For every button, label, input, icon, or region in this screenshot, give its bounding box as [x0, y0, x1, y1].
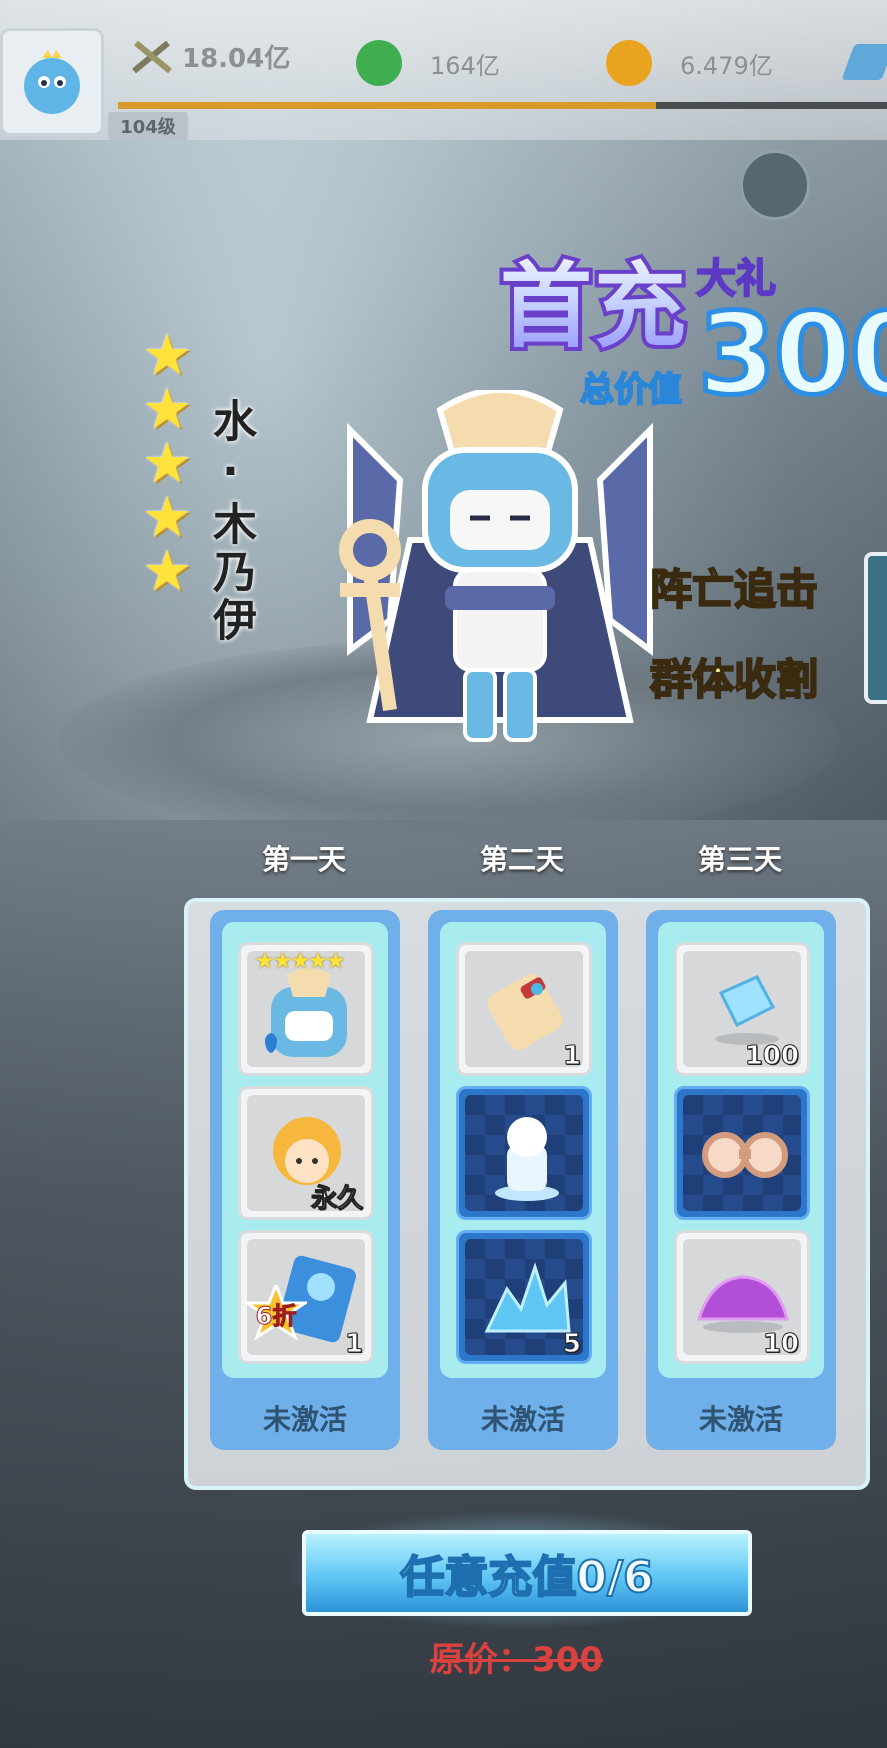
title-main: 首充 — [500, 232, 688, 365]
gold-coin-icon — [606, 40, 652, 86]
reward-item[interactable] — [674, 1086, 810, 1220]
reward-item[interactable]: 10 — [674, 1230, 810, 1364]
mascot-robot-icon[interactable] — [740, 150, 810, 220]
reward-item[interactable]: 永久 — [238, 1086, 374, 1220]
avatar-creature-icon — [24, 50, 80, 114]
day-column-3: 100 10 未激活 — [646, 910, 836, 1450]
day-column-2: 1 5 未激活 — [428, 910, 618, 1450]
day-column-inner: ★★★★★ 永久 6折 1 — [222, 922, 388, 1378]
total-value-amount: 300 — [698, 290, 887, 420]
day-label-2: 第二天 — [479, 843, 564, 876]
day-column-1: ★★★★★ 永久 6折 1 未激活 — [210, 910, 400, 1450]
goggles-icon — [702, 1132, 788, 1178]
green-gem-icon — [356, 40, 402, 86]
star-icon: ★ — [141, 539, 193, 604]
reward-qty: 1 — [344, 1329, 363, 1360]
reward-qty: 永久 — [310, 1184, 363, 1215]
top-hud: 104级 18.04亿 164亿 6.479亿 — [0, 0, 887, 140]
reward-item[interactable]: ★★★★★ — [238, 942, 374, 1076]
blue-gem-icon[interactable] — [841, 44, 887, 80]
day-column-inner: 100 10 — [658, 922, 824, 1378]
lion-statue-icon — [495, 1117, 559, 1201]
recharge-button[interactable]: 任意充值0/6 — [302, 1530, 752, 1616]
player-avatar[interactable] — [0, 28, 104, 136]
crossed-swords-icon — [132, 40, 172, 73]
skill-label-2: 群体收割 — [649, 654, 819, 705]
combat-power: 18.04亿 — [130, 38, 290, 75]
exp-bar-fill — [118, 102, 657, 109]
reward-qty: 100 — [744, 1041, 799, 1072]
mummy-hero-card-icon — [265, 968, 347, 1057]
reward-stars: ★★★★★ — [255, 949, 346, 974]
green-gem-value: 164亿 — [430, 51, 500, 80]
combat-power-value: 18.04亿 — [182, 44, 291, 74]
hero-name: 水·木乃伊 — [205, 398, 256, 645]
purple-dust-icon — [696, 1275, 789, 1333]
reward-item[interactable] — [456, 1086, 592, 1220]
star-icon: ★ — [141, 377, 193, 442]
reward-item[interactable]: 1 — [456, 942, 592, 1076]
diamond-icon — [715, 975, 779, 1045]
day-status: 未激活 — [480, 1403, 565, 1436]
scroll-icon — [487, 973, 563, 1051]
resource-green-gem[interactable]: 164亿 — [356, 40, 500, 86]
reward-qty: 1 — [562, 1041, 581, 1072]
mummy-hero-figure — [339, 390, 653, 742]
day-status: 未激活 — [698, 1403, 783, 1436]
skill-label-1: 阵亡追击 — [649, 564, 819, 615]
discount-badge-text: 6折 — [255, 1301, 297, 1330]
reward-item[interactable]: 5 — [456, 1230, 592, 1364]
resource-gold-coin[interactable]: 6.479亿 — [606, 40, 773, 86]
star-icon: ★ — [141, 323, 193, 388]
day-label-3: 第三天 — [697, 843, 782, 876]
day-status: 未激活 — [262, 1403, 347, 1436]
reward-item[interactable]: 6折 1 — [238, 1230, 374, 1364]
reward-qty: 10 — [762, 1329, 799, 1360]
player-level: 104级 — [108, 112, 188, 140]
star-icon: ★ — [141, 431, 193, 496]
skill-card-edge[interactable] — [864, 552, 887, 704]
hero-stars: ★ ★ ★ ★ ★ — [138, 323, 196, 604]
day-label-1: 第一天 — [261, 843, 346, 876]
gold-coin-value: 6.479亿 — [680, 51, 773, 80]
day-column-inner: 1 5 — [440, 922, 606, 1378]
reward-qty: 5 — [562, 1329, 581, 1360]
exp-bar — [118, 102, 887, 109]
original-price: 原价：300 — [430, 1640, 603, 1680]
reward-item[interactable]: 100 — [674, 942, 810, 1076]
star-icon: ★ — [141, 485, 193, 550]
